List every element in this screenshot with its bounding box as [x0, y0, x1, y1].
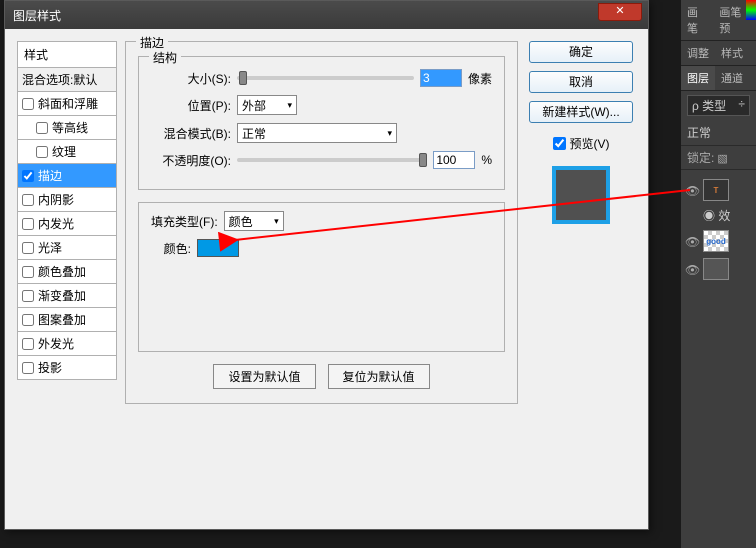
tab-channels[interactable]: 通道: [715, 66, 749, 90]
layer-thumb-good: good: [703, 230, 729, 252]
size-slider[interactable]: [237, 76, 414, 80]
style-item-gradient-overlay[interactable]: 渐变叠加: [17, 284, 117, 308]
lock-row: 锁定: ▧: [681, 146, 756, 170]
checkbox[interactable]: [22, 290, 34, 302]
set-default-button[interactable]: 设置为默认值: [213, 364, 315, 389]
ok-button[interactable]: 确定: [529, 41, 633, 63]
layer-list: 👁T ◉ 效 👁good 👁: [681, 176, 756, 283]
style-item-satin[interactable]: 光泽: [17, 236, 117, 260]
visibility-icon[interactable]: 👁: [685, 235, 697, 247]
checkbox[interactable]: [36, 146, 48, 158]
visibility-icon[interactable]: 👁: [685, 184, 697, 196]
blend-mode-row[interactable]: 正常: [681, 120, 756, 146]
opacity-unit: %: [481, 153, 492, 167]
preview-thumbnail: [552, 166, 610, 224]
tab-styles[interactable]: 样式: [715, 41, 749, 65]
style-item-color-overlay[interactable]: 颜色叠加: [17, 260, 117, 284]
stroke-fieldset: 描边 结构 大小(S): 像素 位置(P): 外部 混合模式(B):: [125, 41, 518, 404]
color-strip: [746, 0, 756, 20]
layer-row-fx[interactable]: ◉ 效: [681, 204, 756, 227]
cancel-button[interactable]: 取消: [529, 71, 633, 93]
style-item-inner-glow[interactable]: 内发光: [17, 212, 117, 236]
styles-column: 样式 混合选项:默认 斜面和浮雕 等高线 纹理 描边 内阴影 内发光 光泽 颜色…: [17, 41, 117, 517]
color-swatch[interactable]: [197, 239, 239, 257]
dialog-title: 图层样式: [13, 7, 61, 24]
size-unit: 像素: [468, 70, 492, 87]
fill-type-label: 填充类型(F):: [151, 213, 218, 230]
checkbox[interactable]: [22, 338, 34, 350]
style-item-texture[interactable]: 纹理: [17, 140, 117, 164]
layer-kind-select[interactable]: ρ 类型÷: [687, 95, 750, 116]
reset-default-button[interactable]: 复位为默认值: [328, 364, 430, 389]
blend-mode-label: 混合模式(B):: [151, 125, 231, 142]
style-item-pattern-overlay[interactable]: 图案叠加: [17, 308, 117, 332]
checkbox[interactable]: [22, 362, 34, 374]
opacity-label: 不透明度(O):: [151, 152, 231, 169]
panel-tabs-adjust[interactable]: 调整 样式: [681, 41, 756, 66]
layer-thumb-text: T: [703, 179, 729, 201]
panel-tabs-layers[interactable]: 图层 通道: [681, 66, 756, 91]
dialog-buttons-column: 确定 取消 新建样式(W)... 预览(V): [526, 41, 636, 517]
fill-type-select[interactable]: 颜色: [224, 211, 284, 231]
blend-options-item[interactable]: 混合选项:默认: [17, 68, 117, 92]
size-input[interactable]: [420, 69, 462, 87]
color-label: 颜色:: [151, 240, 191, 257]
layer-row-text[interactable]: 👁T: [681, 176, 756, 204]
fx-label: ◉ 效: [703, 207, 730, 224]
fill-fieldset: 填充类型(F): 颜色 颜色:: [138, 202, 505, 352]
style-item-outer-glow[interactable]: 外发光: [17, 332, 117, 356]
style-item-stroke[interactable]: 描边: [17, 164, 117, 188]
checkbox[interactable]: [22, 170, 34, 182]
opacity-slider[interactable]: [237, 158, 427, 162]
position-label: 位置(P):: [151, 97, 231, 114]
checkbox[interactable]: [22, 242, 34, 254]
checkbox[interactable]: [22, 218, 34, 230]
right-panel: 画笔 画笔预 调整 样式 图层 通道 ρ 类型÷ 正常 锁定: ▧ 👁T ◉ 效…: [681, 0, 756, 548]
checkbox[interactable]: [22, 98, 34, 110]
layer-style-dialog: 图层样式 ✕ 样式 混合选项:默认 斜面和浮雕 等高线 纹理 描边 内阴影 内发…: [4, 0, 649, 530]
tab-layers[interactable]: 图层: [681, 66, 715, 90]
layer-row-solid[interactable]: 👁: [681, 255, 756, 283]
blend-mode-select[interactable]: 正常: [237, 123, 397, 143]
layer-thumb-solid: [703, 258, 729, 280]
checkbox[interactable]: [22, 314, 34, 326]
opacity-input[interactable]: [433, 151, 475, 169]
structure-fieldset: 结构 大小(S): 像素 位置(P): 外部 混合模式(B): 正常: [138, 56, 505, 190]
styles-header[interactable]: 样式: [17, 41, 117, 68]
style-item-drop-shadow[interactable]: 投影: [17, 356, 117, 380]
settings-column: 描边 结构 大小(S): 像素 位置(P): 外部 混合模式(B):: [125, 41, 518, 517]
tab-adjust[interactable]: 调整: [681, 41, 715, 65]
style-item-contour[interactable]: 等高线: [17, 116, 117, 140]
panel-tabs-brush[interactable]: 画笔 画笔预: [681, 0, 756, 41]
tab-brush[interactable]: 画笔: [681, 0, 713, 40]
layer-row-good[interactable]: 👁 good: [681, 227, 756, 255]
checkbox[interactable]: [22, 266, 34, 278]
close-button[interactable]: ✕: [598, 3, 642, 21]
preview-checkbox-row[interactable]: 预览(V): [553, 135, 610, 152]
preview-label: 预览(V): [570, 135, 610, 152]
visibility-icon[interactable]: 👁: [685, 263, 697, 275]
new-style-button[interactable]: 新建样式(W)...: [529, 101, 633, 123]
checkbox[interactable]: [22, 194, 34, 206]
checkbox[interactable]: [36, 122, 48, 134]
style-item-inner-shadow[interactable]: 内阴影: [17, 188, 117, 212]
size-label: 大小(S):: [151, 70, 231, 87]
position-select[interactable]: 外部: [237, 95, 297, 115]
dialog-titlebar[interactable]: 图层样式 ✕: [5, 1, 648, 29]
structure-title: 结构: [149, 49, 181, 66]
preview-checkbox[interactable]: [553, 137, 566, 150]
style-item-bevel[interactable]: 斜面和浮雕: [17, 92, 117, 116]
